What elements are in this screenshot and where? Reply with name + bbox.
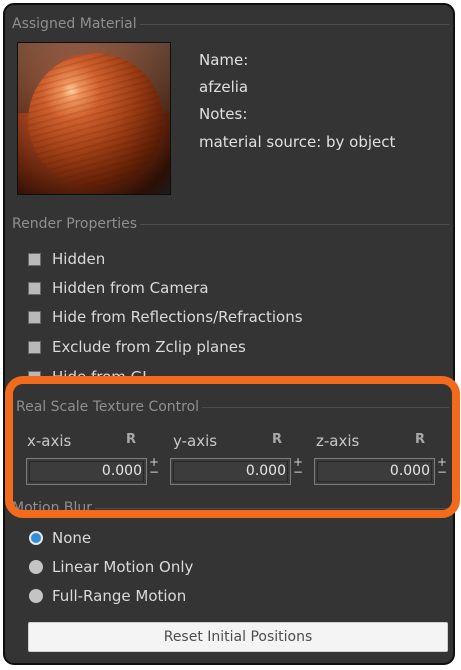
material-panel: Assigned Material Name: afzelia Notes: m… (3, 3, 455, 665)
x-axis-spinner[interactable]: + − (149, 456, 159, 478)
checkbox-box[interactable] (28, 370, 41, 384)
material-preview-thumbnail[interactable] (17, 42, 171, 195)
radio-full-range-motion[interactable]: Full-Range Motion (29, 585, 186, 607)
real-scale-legend: Real Scale Texture Control (16, 398, 203, 416)
checkbox-box[interactable] (28, 340, 41, 354)
radio-none[interactable]: None (29, 527, 91, 549)
y-axis-label: y-axis (173, 432, 218, 450)
name-value: afzelia (199, 78, 249, 96)
checkbox-label: Hide from GI (52, 368, 147, 386)
checkbox-hide-from-reflections[interactable]: Hide from Reflections/Refractions (25, 307, 303, 327)
x-axis-input[interactable]: 0.000 (26, 458, 147, 485)
hide-gi-clip: Hide from GI (5, 367, 453, 387)
checkbox-label: Hidden from Camera (52, 279, 209, 297)
checkbox-label: Hidden (52, 250, 106, 268)
x-axis-decrement[interactable]: − (149, 466, 159, 478)
checkbox-exclude-zclip[interactable]: Exclude from Zclip planes (25, 337, 246, 357)
radio-selected-icon[interactable] (29, 531, 43, 545)
render-properties-legend: Render Properties (12, 215, 141, 233)
name-label: Name: (199, 51, 249, 69)
z-axis-decrement[interactable]: − (437, 466, 447, 478)
reset-initial-positions-button[interactable]: Reset Initial Positions (28, 622, 448, 652)
z-axis-spinner[interactable]: + − (437, 456, 447, 478)
checkbox-hidden-from-camera[interactable]: Hidden from Camera (25, 278, 209, 298)
checkbox-label: Exclude from Zclip planes (52, 338, 246, 356)
motion-blur-legend: Motion Blur (12, 499, 96, 517)
z-axis-label: z-axis (316, 432, 360, 450)
checkbox-box[interactable] (28, 252, 41, 266)
checkbox-box[interactable] (28, 281, 41, 295)
y-axis-reset-button[interactable]: R (272, 432, 282, 447)
checkbox-box[interactable] (28, 310, 41, 324)
z-axis-reset-button[interactable]: R (415, 432, 425, 447)
radio-label: Linear Motion Only (52, 558, 194, 576)
radio-label: Full-Range Motion (52, 587, 187, 605)
material-sphere-image (28, 53, 163, 188)
x-axis-value: 0.000 (101, 463, 142, 479)
x-axis-label: x-axis (27, 432, 72, 450)
checkbox-hidden[interactable]: Hidden (25, 249, 105, 269)
y-axis-input[interactable]: 0.000 (170, 458, 291, 485)
radio-label: None (52, 529, 92, 547)
radio-linear-motion-only[interactable]: Linear Motion Only (29, 556, 193, 578)
notes-value: material source: by object (199, 133, 396, 151)
notes-label: Notes: (199, 105, 248, 123)
y-axis-value: 0.000 (245, 463, 286, 479)
radio-icon[interactable] (29, 560, 43, 574)
render-properties-group: Render Properties (12, 215, 449, 384)
assigned-material-legend: Assigned Material (12, 15, 140, 33)
y-axis-spinner[interactable]: + − (293, 456, 303, 478)
y-axis-decrement[interactable]: − (293, 466, 303, 478)
z-axis-input[interactable]: 0.000 (314, 458, 435, 485)
z-axis-value: 0.000 (389, 463, 430, 479)
checkbox-label: Hide from Reflections/Refractions (52, 308, 303, 326)
radio-icon[interactable] (29, 589, 43, 603)
checkbox-hide-from-gi[interactable]: Hide from GI (25, 367, 147, 387)
x-axis-reset-button[interactable]: R (126, 432, 136, 447)
